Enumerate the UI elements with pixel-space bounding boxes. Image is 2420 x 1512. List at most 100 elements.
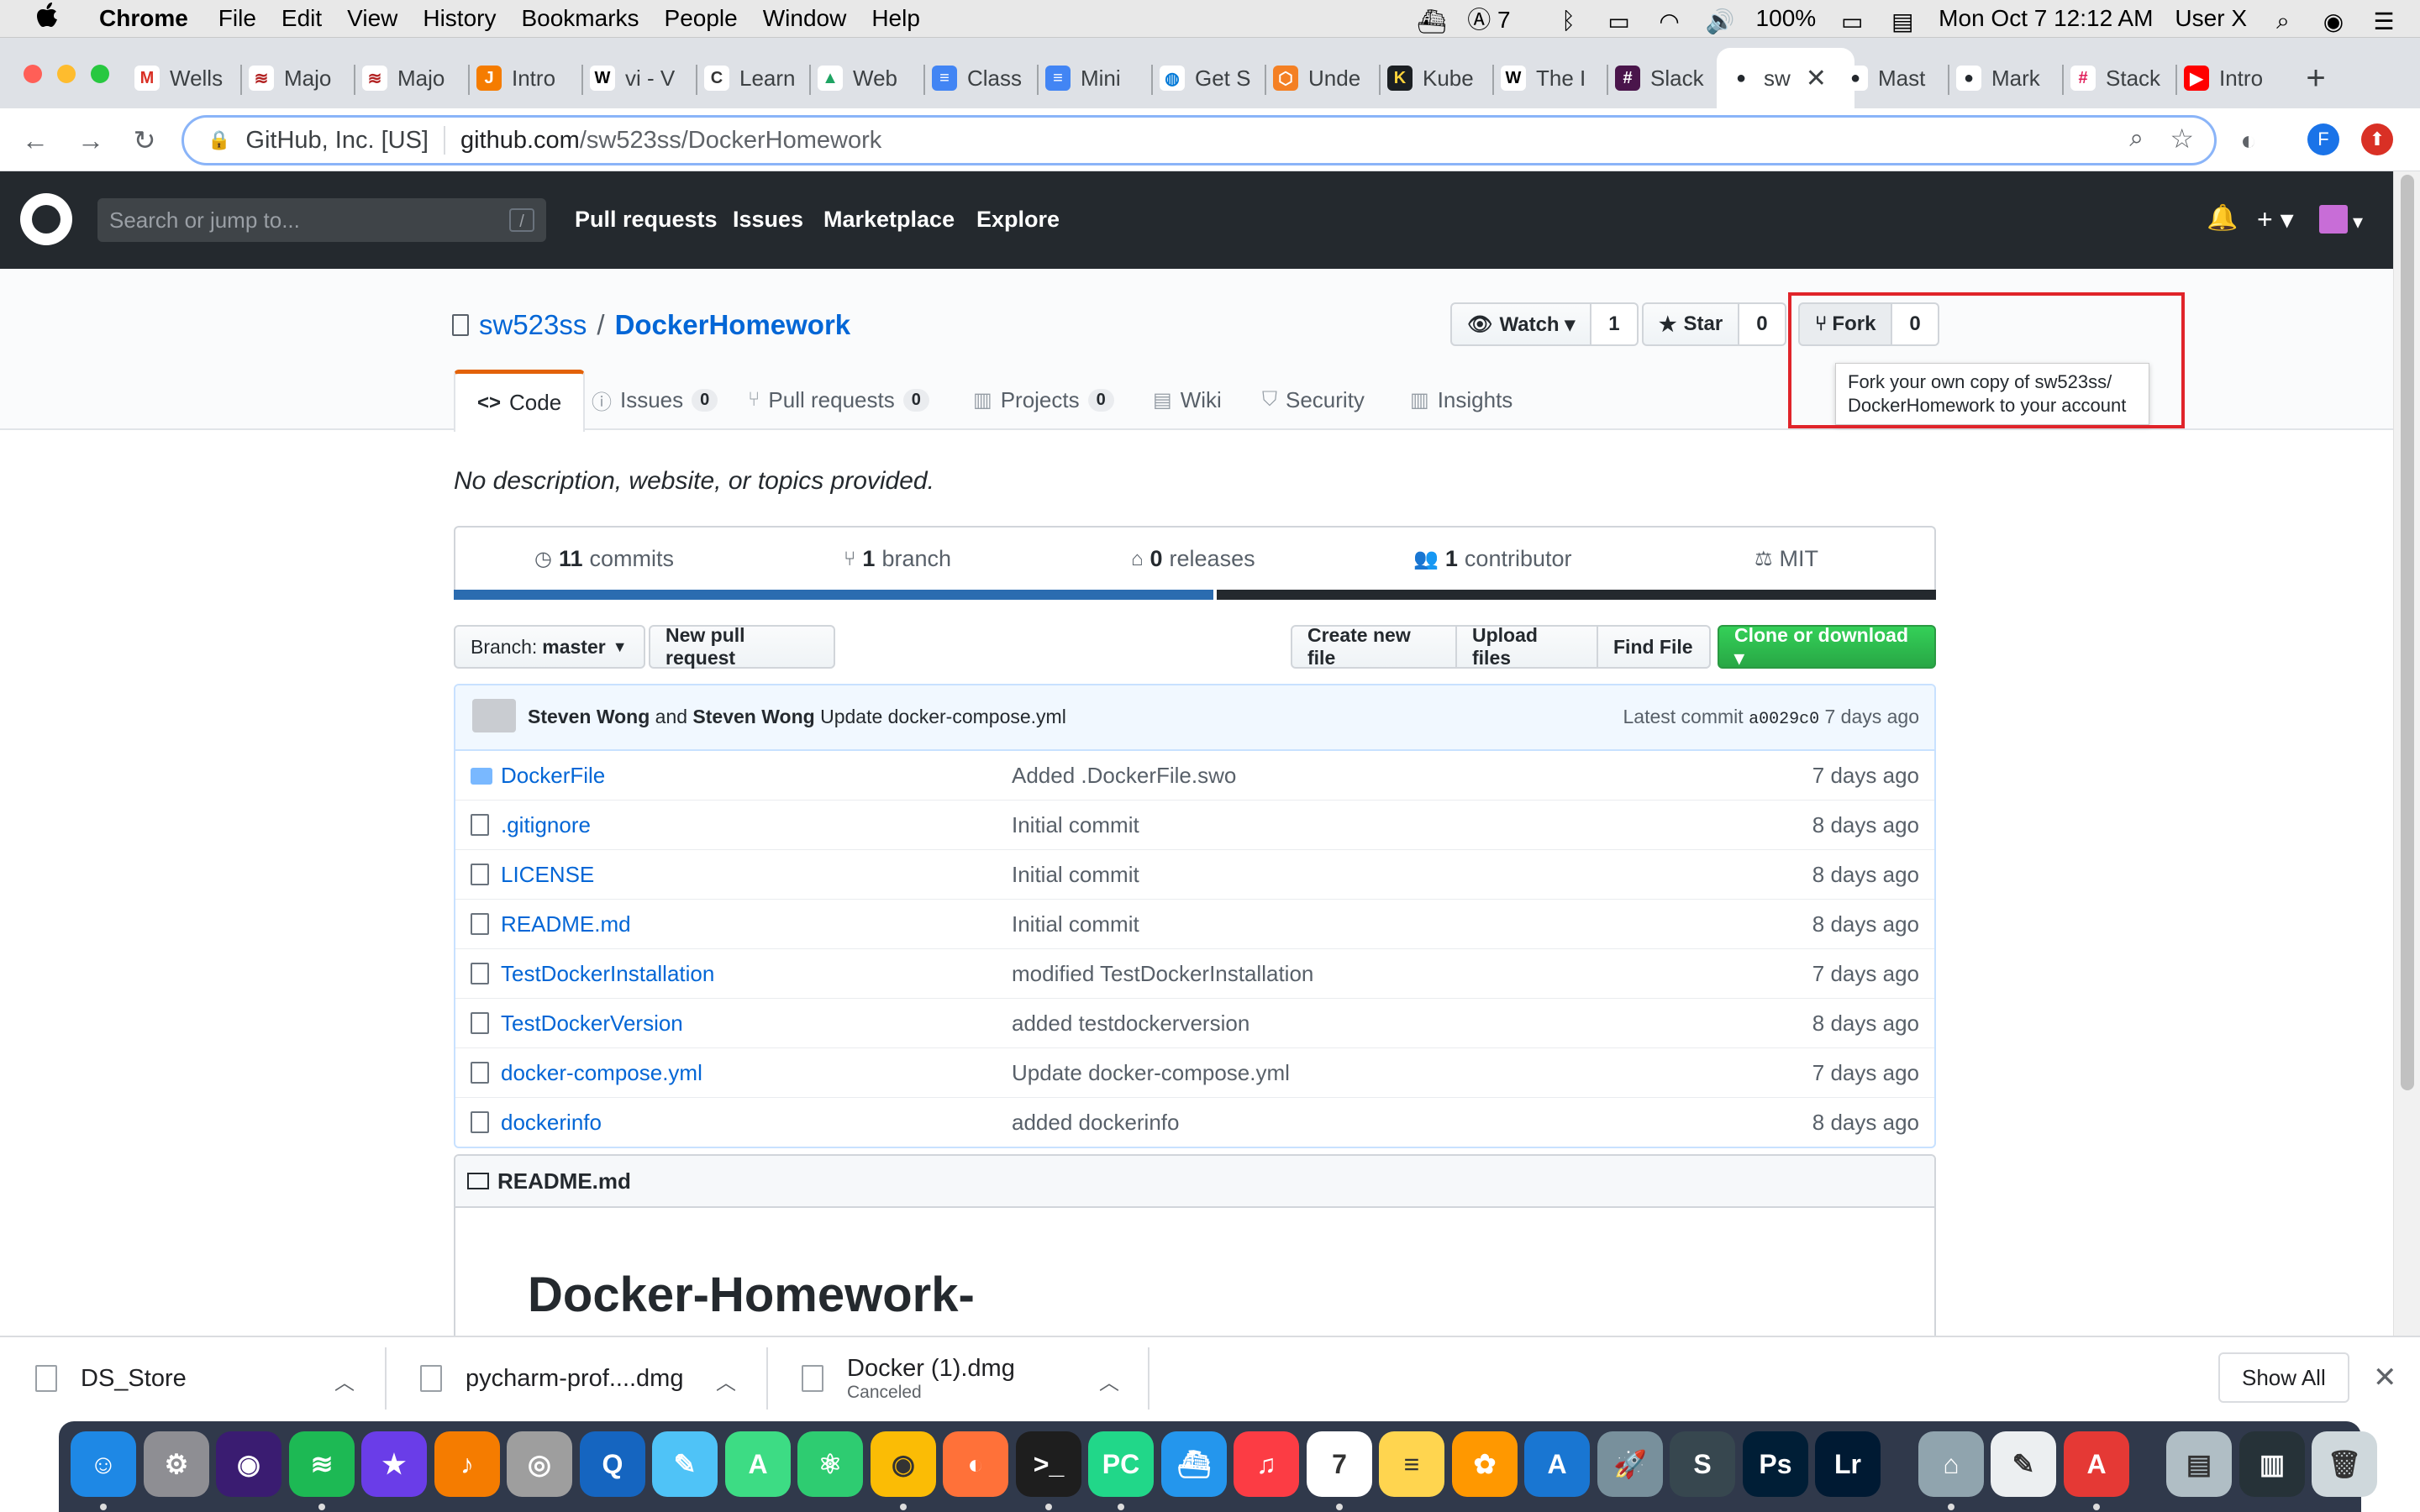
siri-icon[interactable]: ◉ bbox=[216, 1431, 281, 1497]
url-host[interactable]: github.com bbox=[460, 127, 580, 155]
docker-status-icon[interactable]: ⛴ bbox=[1417, 8, 1447, 34]
browser-tab[interactable]: ≋ Majo bbox=[362, 48, 463, 108]
chevron-up-icon[interactable]: ︿ bbox=[334, 1366, 355, 1395]
file-name-link[interactable]: dockerinfo bbox=[501, 1110, 602, 1136]
file-name-link[interactable]: DockerFile bbox=[501, 763, 605, 789]
browser-tab[interactable]: # Slack bbox=[1615, 48, 1716, 108]
finder-icon[interactable]: ☺ bbox=[71, 1431, 136, 1497]
browser-tab[interactable]: ● Mark bbox=[1956, 48, 2057, 108]
calendar-icon[interactable]: 7 bbox=[1307, 1431, 1372, 1497]
browser-tab[interactable]: ▲ Web bbox=[818, 48, 918, 108]
browser-tab[interactable]: ▶ Intro bbox=[2184, 48, 2285, 108]
download-item[interactable]: pycharm-prof....dmg ︿ bbox=[420, 1337, 739, 1420]
menu-help[interactable]: Help bbox=[871, 5, 920, 32]
menu-view[interactable]: View bbox=[347, 5, 397, 32]
reload-button[interactable]: ↻ bbox=[129, 125, 160, 155]
browser-tab[interactable]: ≡ Mini bbox=[1045, 48, 1146, 108]
commits-link[interactable]: ◷ 11 commits bbox=[534, 546, 674, 572]
commit-sha-link[interactable]: a0029c0 bbox=[1749, 710, 1819, 729]
file-commit-message[interactable]: Initial commit bbox=[1012, 862, 1139, 888]
close-download-shelf-icon[interactable]: ✕ bbox=[2373, 1361, 2397, 1394]
update-icon[interactable]: ⬆ bbox=[2361, 123, 2393, 155]
upload-files-button[interactable]: Upload files bbox=[1455, 624, 1598, 669]
repo-name-link[interactable]: DockerHomework bbox=[615, 309, 851, 341]
file-commit-message[interactable]: added dockerinfo bbox=[1012, 1110, 1179, 1136]
commit-author-2[interactable]: Steven Wong bbox=[692, 706, 814, 727]
tab-code[interactable]: <> Code bbox=[454, 370, 586, 432]
browser-tab[interactable]: M Wells bbox=[134, 48, 235, 108]
textedit-icon[interactable]: ✎ bbox=[1991, 1431, 2056, 1497]
file-commit-message[interactable]: Update docker-compose.yml bbox=[1012, 1060, 1290, 1086]
menu-edit[interactable]: Edit bbox=[281, 5, 322, 32]
chevron-up-icon[interactable]: ︿ bbox=[716, 1366, 736, 1395]
browser-tab[interactable]: Wvi - V bbox=[590, 48, 691, 108]
browser-tab[interactable]: C Learn bbox=[704, 48, 805, 108]
bluetooth-icon[interactable]: ᛒ bbox=[1555, 8, 1583, 34]
file-row[interactable]: README.md Initial commit 8 days ago bbox=[455, 899, 1934, 948]
clone-or-download-button[interactable]: Clone or download ▾ bbox=[1718, 624, 1936, 669]
zoom-icon[interactable]: ⌕ bbox=[2129, 124, 2144, 153]
file-commit-message[interactable]: Initial commit bbox=[1012, 812, 1139, 838]
preview-icon[interactable]: ✎ bbox=[652, 1431, 718, 1497]
license-link[interactable]: ⚖ MIT bbox=[1754, 546, 1818, 572]
file-name-link[interactable]: .gitignore bbox=[501, 812, 591, 838]
docker-icon[interactable]: ⛴ bbox=[1161, 1431, 1227, 1497]
nav-marketplace[interactable]: Marketplace bbox=[823, 207, 955, 233]
file-row[interactable]: docker-compose.yml Update docker-compose.… bbox=[455, 1047, 1934, 1097]
profile-avatar[interactable]: F bbox=[2307, 123, 2339, 155]
downloads-stack-icon[interactable]: ▤ bbox=[2166, 1431, 2232, 1497]
menu-bookmarks[interactable]: Bookmarks bbox=[521, 5, 639, 32]
repo-owner-link[interactable]: sw523ss bbox=[479, 309, 587, 341]
nav-issues[interactable]: Issues bbox=[733, 207, 803, 233]
android-studio-icon[interactable]: A bbox=[725, 1431, 791, 1497]
file-commit-message[interactable]: Initial commit bbox=[1012, 911, 1139, 937]
file-row[interactable]: dockerinfo added dockerinfo 8 days ago bbox=[455, 1097, 1934, 1147]
browser-tab[interactable]: K Kube bbox=[1387, 48, 1488, 108]
trash-icon[interactable]: 🗑 bbox=[2312, 1431, 2377, 1497]
commit-author-1[interactable]: Steven Wong bbox=[528, 706, 650, 727]
watch-count[interactable]: 1 bbox=[1591, 302, 1639, 346]
browser-tab[interactable]: J Intro bbox=[476, 48, 577, 108]
star-count[interactable]: 0 bbox=[1739, 302, 1786, 346]
window-minimize-button[interactable] bbox=[57, 65, 76, 83]
commit-message[interactable]: Update docker-compose.yml bbox=[820, 706, 1066, 727]
create-new-file-button[interactable]: Create new file bbox=[1291, 624, 1457, 669]
documents-stack-icon[interactable]: ▥ bbox=[2239, 1431, 2305, 1497]
quicktime-icon[interactable]: Q bbox=[580, 1431, 645, 1497]
tab-pull-requests[interactable]: ⑂ Pull requests 0 bbox=[748, 370, 929, 430]
show-all-downloads-button[interactable]: Show All bbox=[2218, 1352, 2349, 1403]
branch-select-button[interactable]: Branch: master ▼ bbox=[454, 625, 645, 669]
browser-tab[interactable]: ● sw ✕ bbox=[1717, 48, 1854, 108]
window-close-button[interactable] bbox=[24, 65, 42, 83]
menu-people[interactable]: People bbox=[665, 5, 738, 32]
new-tab-button[interactable]: + bbox=[2291, 53, 2341, 103]
forward-button[interactable]: → bbox=[76, 125, 106, 155]
file-name-link[interactable]: docker-compose.yml bbox=[501, 1060, 702, 1086]
language-segment-2[interactable] bbox=[1217, 590, 1936, 600]
user-menu[interactable]: User X bbox=[2175, 5, 2247, 32]
tab-issues[interactable]: ⓘ Issues 0 bbox=[592, 370, 718, 430]
find-file-button[interactable]: Find File bbox=[1597, 625, 1711, 669]
file-commit-message[interactable]: added testdockerversion bbox=[1012, 1011, 1249, 1037]
back-button[interactable]: ← bbox=[20, 125, 50, 155]
file-row[interactable]: TestDockerInstallation modified TestDocke… bbox=[455, 948, 1934, 998]
releases-link[interactable]: ⌂ 0 releases bbox=[1131, 546, 1255, 572]
github-search-input[interactable]: Search or jump to... / bbox=[97, 198, 546, 242]
commit-author-avatar[interactable] bbox=[472, 699, 516, 732]
watch-button[interactable]: 👁 Watch ▾ bbox=[1450, 302, 1592, 346]
file-commit-message[interactable]: Added .DockerFile.swo bbox=[1012, 763, 1236, 789]
browser-tab[interactable]: ⬡ Unde bbox=[1273, 48, 1374, 108]
browser-tab[interactable]: W The I bbox=[1501, 48, 1602, 108]
battery-percent[interactable]: 100% bbox=[1756, 5, 1817, 32]
browser-tab[interactable]: # Stack bbox=[2070, 48, 2171, 108]
notifications-bell-icon[interactable]: 🔔 bbox=[2207, 203, 2238, 233]
launchpad-icon[interactable]: 🚀 bbox=[1597, 1431, 1663, 1497]
disk-utility-icon[interactable]: ◎ bbox=[507, 1431, 572, 1497]
pycharm-icon[interactable]: PC bbox=[1088, 1431, 1154, 1497]
bookmark-star-icon[interactable]: ☆ bbox=[2170, 123, 2194, 155]
menu-file[interactable]: File bbox=[218, 5, 256, 32]
apple-menu-icon[interactable] bbox=[32, 2, 66, 35]
notes-icon[interactable]: ≡ bbox=[1379, 1431, 1444, 1497]
fork-count[interactable]: 0 bbox=[1892, 302, 1939, 346]
adobe-status-icon[interactable]: Ⓐ 7 bbox=[1467, 2, 1532, 35]
